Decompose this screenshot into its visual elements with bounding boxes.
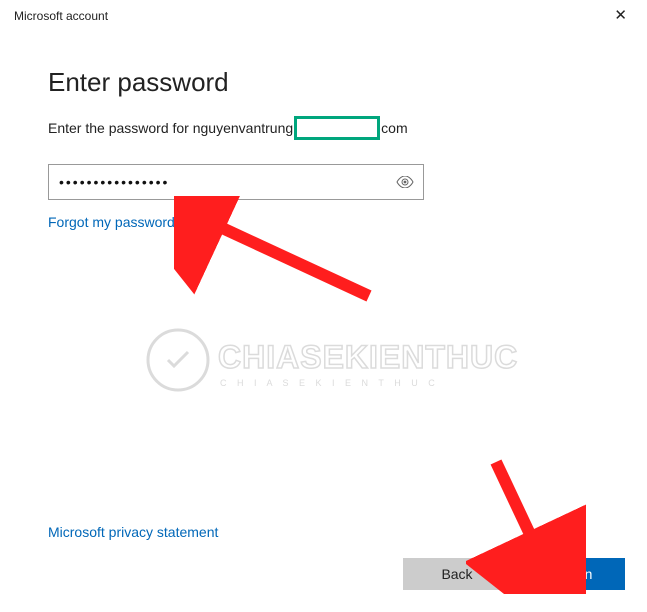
close-icon[interactable]: ✕ [608, 6, 633, 25]
dialog-button-row: Back Sign in [403, 558, 625, 590]
redacted-email-segment [294, 116, 380, 140]
watermark: CHIASEKIENTHUC C H I A S E K I E N T H U… [140, 320, 520, 410]
privacy-statement-link[interactable]: Microsoft privacy statement [48, 524, 218, 540]
forgot-password-link[interactable]: Forgot my password [48, 214, 175, 230]
back-button[interactable]: Back [403, 558, 511, 590]
window-titlebar: Microsoft account ✕ [0, 0, 647, 31]
prompt-text: Enter the password for nguyenvantrung co… [48, 116, 599, 140]
page-title: Enter password [48, 67, 599, 98]
signin-button[interactable]: Sign in [517, 558, 625, 590]
prompt-prefix: Enter the password for nguyenvantrung [48, 120, 293, 136]
dialog-content: Enter password Enter the password for ng… [0, 31, 647, 232]
prompt-suffix: com [381, 120, 407, 136]
watermark-text: CHIASEKIENTHUC [218, 339, 518, 375]
reveal-password-icon[interactable] [396, 176, 414, 188]
window-title: Microsoft account [14, 9, 108, 23]
watermark-subtext: C H I A S E K I E N T H U C [220, 378, 439, 388]
password-input[interactable] [48, 164, 424, 200]
password-field-wrapper [48, 164, 424, 200]
